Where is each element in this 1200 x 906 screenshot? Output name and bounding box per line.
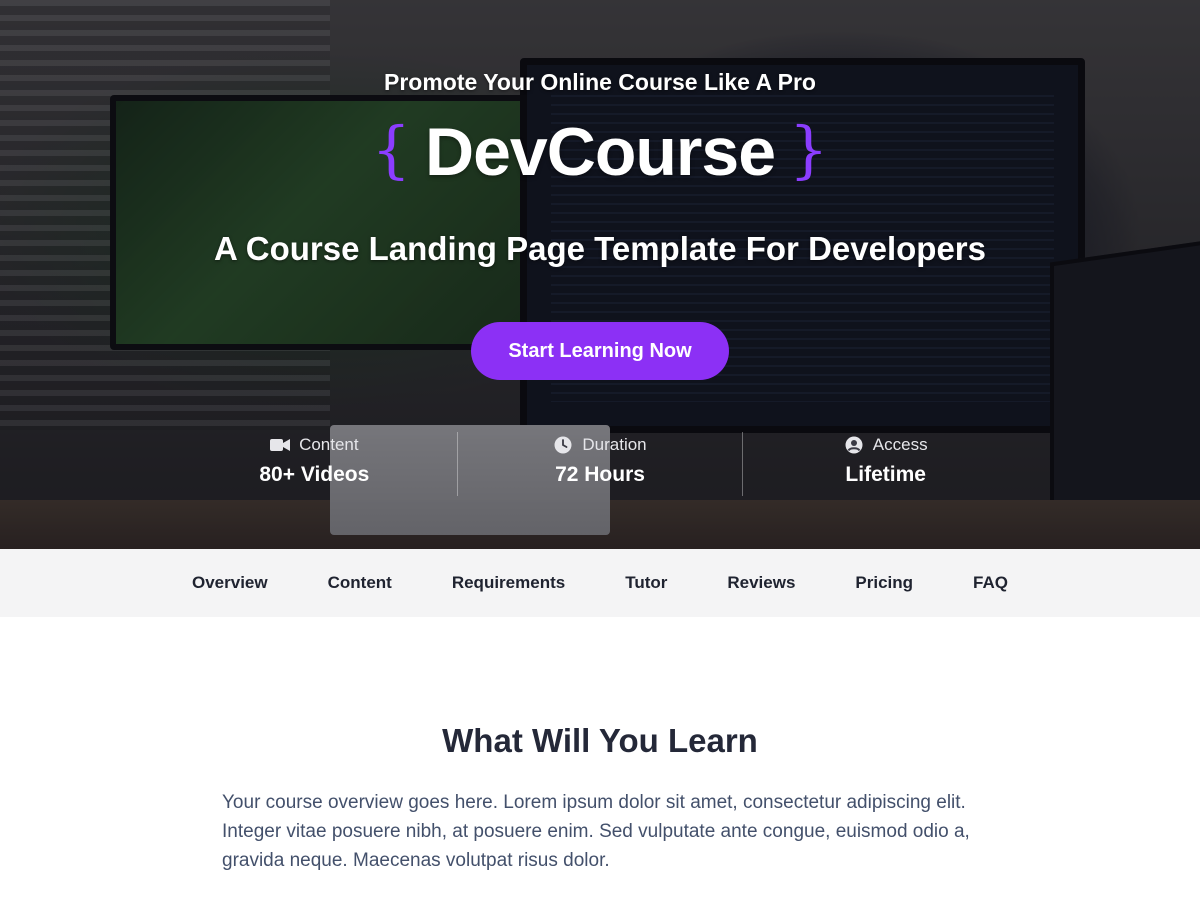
hero-tagline: Promote Your Online Course Like A Pro	[384, 69, 816, 95]
stat-duration: Duration 72 Hours	[456, 432, 743, 496]
user-circle-icon	[845, 436, 863, 454]
nav-link-overview[interactable]: Overview	[192, 573, 268, 593]
nav-link-content[interactable]: Content	[328, 573, 392, 593]
stat-access: Access Lifetime	[742, 432, 1028, 496]
brand-open-brace: {	[371, 113, 411, 186]
nav-link-faq[interactable]: FAQ	[973, 573, 1008, 593]
overview-section: What Will You Learn Your course overview…	[0, 617, 1200, 906]
stat-label: Duration	[582, 435, 647, 454]
brand-name: DevCourse	[424, 114, 776, 190]
course-stats: Content 80+ Videos Duration 72 Hours Acc…	[172, 432, 1028, 496]
stat-value: 80+ Videos	[259, 463, 370, 486]
nav-link-tutor[interactable]: Tutor	[625, 573, 667, 593]
stat-content: Content 80+ Videos	[172, 432, 457, 496]
nav-link-pricing[interactable]: Pricing	[855, 573, 913, 593]
clock-icon	[554, 436, 572, 454]
section-title: What Will You Learn	[442, 722, 758, 759]
hero-section: Promote Your Online Course Like A Pro { …	[0, 0, 1200, 549]
hero-subtitle: A Course Landing Page Template For Devel…	[213, 230, 986, 267]
section-nav: Overview Content Requirements Tutor Revi…	[0, 549, 1200, 617]
video-camera-icon	[270, 439, 291, 451]
nav-link-reviews[interactable]: Reviews	[727, 573, 795, 593]
brand-close-brace: }	[789, 113, 829, 186]
brand-logo: { DevCourse }	[0, 118, 1200, 186]
stat-value: Lifetime	[845, 463, 926, 486]
overview-text: Your course overview goes here. Lorem ip…	[222, 792, 970, 871]
start-learning-button[interactable]: Start Learning Now	[471, 322, 729, 380]
stat-label: Content	[299, 435, 359, 454]
stat-label: Access	[872, 435, 928, 454]
stat-value: 72 Hours	[555, 463, 645, 486]
nav-link-requirements[interactable]: Requirements	[452, 573, 565, 593]
